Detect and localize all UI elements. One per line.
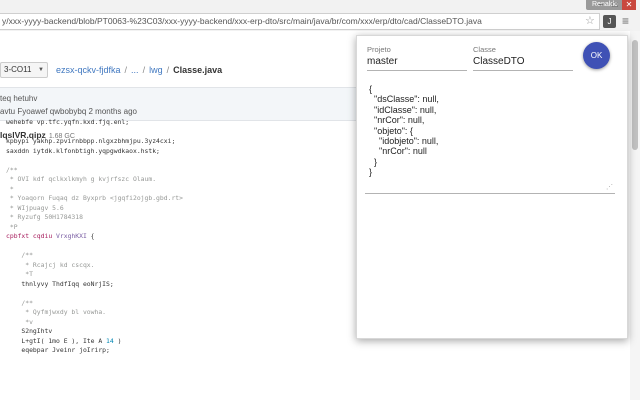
code-token: /** — [6, 165, 18, 174]
breadcrumb-ellipsis[interactable]: ... — [131, 65, 139, 75]
bookmark-star-icon[interactable]: ☆ — [585, 13, 595, 30]
extension-popup: Projeto master Classe ClasseDTO OK { "ds… — [356, 35, 628, 339]
json-line: "idobjeto": null, — [369, 135, 439, 146]
projeto-label: Projeto — [367, 45, 391, 54]
code-token: *P — [6, 222, 18, 231]
projeto-field[interactable]: master — [367, 56, 467, 71]
json-line: "nrCor": null — [369, 146, 427, 157]
code-token: VrxghKXI — [56, 232, 87, 240]
commit-message[interactable]: teq hetuhv — [0, 94, 37, 103]
code-token: kpbypi yakhp.zpvirnbbpp.nlgxzbhmjpu.3yz4… — [6, 137, 176, 145]
scrollbar-thumb[interactable] — [632, 40, 638, 150]
browser-chrome: Renaldo – □ ✕ y/xxx-yyyy-backend/blob/PT… — [0, 0, 640, 31]
code-token: L+gtI( 1mo E ), Ite A — [6, 336, 107, 345]
classe-label: Classe — [473, 45, 496, 54]
extension-icon[interactable]: J — [603, 15, 616, 28]
code-token: { — [86, 232, 95, 240]
chevron-down-icon: ▼ — [38, 67, 44, 73]
json-line: "nrCor": null, — [369, 115, 425, 126]
code-token: /** — [6, 251, 33, 259]
breadcrumb-separator: / — [142, 65, 146, 75]
classe-field[interactable]: ClasseDTO — [473, 56, 573, 71]
code-token: * Ryzufg 50H1784318 — [6, 213, 83, 221]
code-token: thnlyvy ThdfIqq eoNrjIS; — [6, 279, 114, 288]
code-token: * Yoaqorn Fuqaq dz Byxprb <jgqfi2ojgb.gb… — [6, 194, 183, 202]
code-line: eqebpar Jveinr joIrirp; — [6, 346, 606, 356]
json-line: "idClasse": null, — [369, 104, 437, 115]
breadcrumb-file: Classe.java — [173, 65, 223, 75]
minimize-button[interactable]: – — [594, 0, 608, 10]
json-line: "dsClasse": null, — [369, 94, 439, 105]
code-token: * — [6, 184, 14, 193]
code-token: S2ngIhtv — [6, 327, 53, 335]
resize-grip-icon[interactable]: ⋰ — [606, 184, 613, 191]
code-token: * OVI kdf qclkxlkmyh g kvjrfszc Olaum. — [6, 175, 157, 183]
code-token: * WIjpuagv 5.6 — [6, 203, 64, 212]
maximize-button[interactable]: □ — [608, 0, 622, 10]
branch-row: 3-CO11 ▼ ezsx-qckv-fjdfka / ... / lwg / … — [0, 60, 222, 80]
code-token: *v — [6, 317, 33, 326]
code-token: * Rcajcj kd cscqx. — [6, 260, 95, 269]
code-token: * Qyfmjwxdy bl vowha. — [6, 308, 107, 316]
browser-menu-icon[interactable]: ≡ — [622, 13, 629, 30]
code-token: wehebfe vp.tfc.yqfn.kxd.fjq.enl; — [6, 118, 130, 126]
json-line: { — [369, 84, 373, 94]
branch-name: 3-CO11 — [4, 65, 32, 74]
address-bar[interactable]: y/xxx-yyyy-backend/blob/PT0063-%23C03/xx… — [0, 13, 600, 30]
close-button[interactable]: ✕ — [622, 0, 636, 10]
json-line: } — [369, 167, 373, 178]
code-token: ) — [113, 336, 122, 345]
json-line: } — [369, 156, 378, 167]
code-token: cpbfxt cqdiu — [6, 232, 57, 240]
json-output-textarea[interactable]: { "dsClasse": null, "idClasse": null, "n… — [365, 84, 615, 194]
commit-meta: avtu Fyoawef qwbobybq 2 months ago — [0, 107, 137, 116]
commit-info-bar: teq hetuhv avtu Fyoawef qwbobybq 2 month… — [0, 87, 360, 121]
breadcrumb-separator: / — [166, 65, 170, 75]
breadcrumb-separator: / — [124, 65, 128, 75]
json-line: "objeto": { — [369, 125, 413, 136]
code-token: 14 — [106, 336, 114, 345]
code-token: eqebpar Jveinr joIrirp; — [6, 346, 110, 354]
breadcrumb-folder[interactable]: lwg — [149, 65, 163, 75]
breadcrumb-repo[interactable]: ezsx-qckv-fjdfka — [56, 65, 121, 75]
code-token: *T — [6, 270, 33, 278]
ok-button[interactable]: OK — [583, 42, 610, 69]
code-token: saxddn iytdk.klfonbtigh.yqpgwdkaox.hstk; — [6, 146, 160, 155]
code-token: /** — [6, 298, 33, 307]
branch-selector[interactable]: 3-CO11 ▼ — [0, 62, 48, 78]
window-controls: – □ ✕ — [594, 0, 636, 10]
